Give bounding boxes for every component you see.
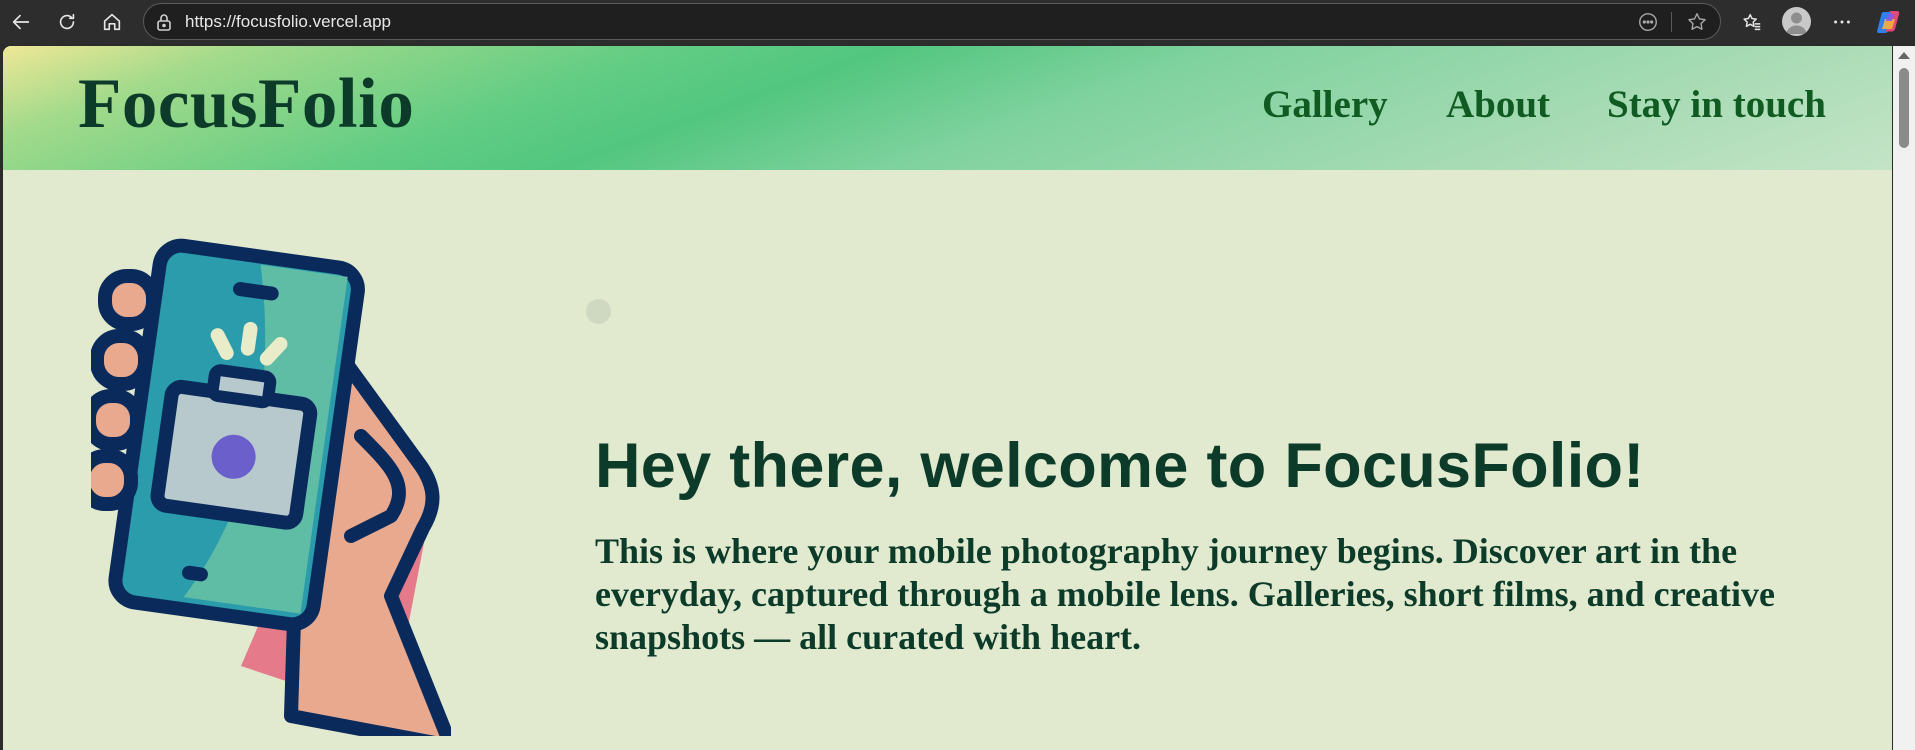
site-header: FocusFolio Gallery About Stay in touch	[3, 46, 1892, 170]
web-page: FocusFolio Gallery About Stay in touch H…	[3, 46, 1892, 750]
browser-toolbar: https://focusfolio.vercel.app	[0, 0, 1915, 44]
star-icon[interactable]	[1685, 10, 1709, 34]
back-arrow-icon[interactable]	[4, 5, 38, 39]
page-scrollbar[interactable]	[1893, 46, 1915, 750]
decorative-dot	[586, 299, 611, 324]
home-icon[interactable]	[95, 5, 129, 39]
nav-about[interactable]: About	[1446, 82, 1550, 127]
lock-icon[interactable]	[154, 12, 174, 32]
scrollbar-thumb[interactable]	[1899, 68, 1909, 148]
hero-description: This is where your mobile photography jo…	[595, 531, 1775, 657]
url-text[interactable]: https://focusfolio.vercel.app	[185, 4, 391, 39]
copilot-icon[interactable]	[1875, 8, 1903, 36]
address-bar-divider	[1671, 12, 1672, 32]
profile-avatar[interactable]	[1782, 7, 1811, 36]
site-logo[interactable]: FocusFolio	[78, 64, 414, 145]
reader-mode-icon[interactable]	[1636, 10, 1660, 34]
scroll-up-arrow-icon[interactable]	[1898, 52, 1910, 59]
favorites-icon[interactable]	[1735, 5, 1769, 39]
phone-camera-illustration	[76, 236, 458, 750]
nav-stay-in-touch[interactable]: Stay in touch	[1607, 82, 1826, 127]
address-bar[interactable]: https://focusfolio.vercel.app	[143, 3, 1721, 40]
more-icon[interactable]	[1825, 5, 1859, 39]
browser-viewport: FocusFolio Gallery About Stay in touch H…	[0, 44, 1915, 750]
hero-title: Hey there, welcome to FocusFolio!	[595, 431, 1645, 501]
nav-gallery[interactable]: Gallery	[1262, 82, 1388, 127]
refresh-icon[interactable]	[50, 5, 84, 39]
